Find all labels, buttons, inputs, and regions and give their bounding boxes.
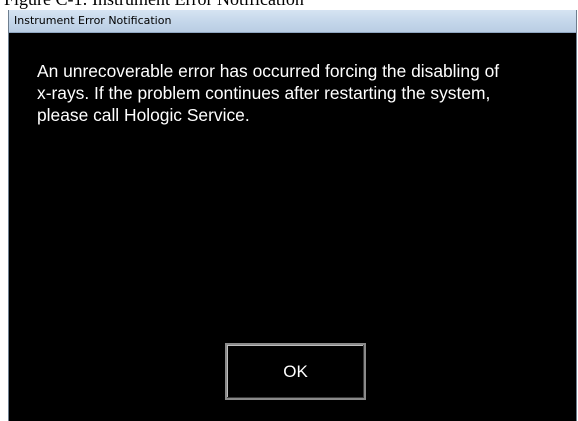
dialog-title: Instrument Error Notification bbox=[14, 14, 172, 27]
error-message: An unrecoverable error has occurred forc… bbox=[37, 61, 500, 125]
error-dialog: Instrument Error Notification An unrecov… bbox=[8, 10, 577, 421]
ok-button[interactable]: OK bbox=[225, 343, 366, 400]
dialog-content: An unrecoverable error has occurred forc… bbox=[9, 33, 576, 421]
document-caption: Figure C-1: Instrument Error Notificatio… bbox=[0, 0, 578, 10]
dialog-titlebar[interactable]: Instrument Error Notification bbox=[9, 10, 576, 33]
